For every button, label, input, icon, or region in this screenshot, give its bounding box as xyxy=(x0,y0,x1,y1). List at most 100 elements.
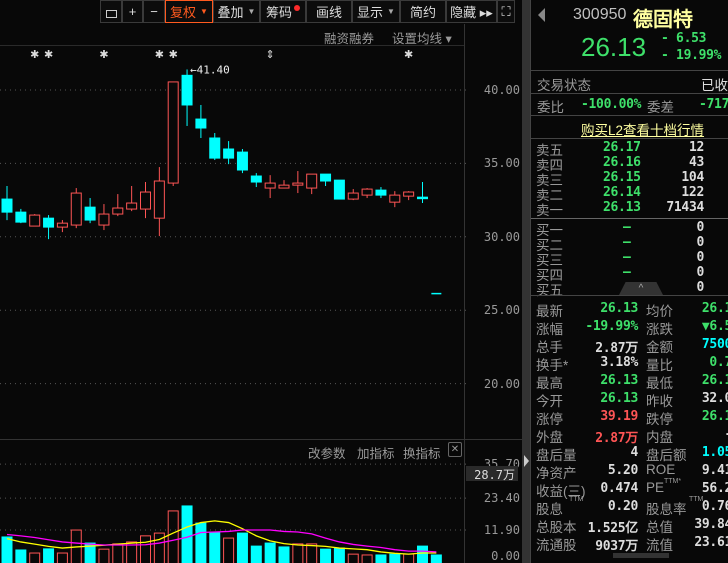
close-indicator-button[interactable]: ✕ xyxy=(448,442,462,457)
stat-label: 量比 xyxy=(646,358,673,373)
kline-chart[interactable]: ←41.40 ✱ ✱ ✱ ✱ ✱ ⇕ ✱ xyxy=(0,0,530,563)
volume-bar xyxy=(195,522,207,563)
ask-price: 26.15 xyxy=(603,170,641,185)
stat-value: 26.1 xyxy=(701,301,728,316)
bid-volume: 0 xyxy=(696,235,704,250)
panel-grip[interactable] xyxy=(613,553,669,558)
candle-body xyxy=(140,191,151,210)
bid-price: — xyxy=(623,265,631,280)
stat-value: 2.87万 xyxy=(595,341,638,356)
candle-body xyxy=(236,151,248,171)
stat-label: 流值 xyxy=(646,538,673,553)
candle-body xyxy=(84,206,96,221)
candle-body xyxy=(126,202,138,210)
candle-body xyxy=(292,182,304,186)
stat-sup: TTM* xyxy=(664,478,682,485)
quote-panel: 300950 德固特 26.13 - 6.53 - 19.99% 交易状态 已收… xyxy=(530,0,728,563)
candle-body xyxy=(223,148,235,159)
panel-scrollbar[interactable] xyxy=(522,0,530,563)
stat-label: 均价 xyxy=(646,304,673,319)
candle-body xyxy=(375,189,387,196)
candle-body xyxy=(320,173,332,182)
volume-bar xyxy=(43,548,55,563)
weicha-label: 委差 xyxy=(647,100,674,115)
stat-label: 总手 xyxy=(536,340,563,355)
bid-volume: 0 xyxy=(696,265,704,280)
volume-tick: 23.40 xyxy=(483,491,520,506)
volume-bar xyxy=(56,552,68,563)
stat-value: 0.7 xyxy=(709,355,728,370)
volume-tick: 11.90 xyxy=(483,523,520,538)
candle-body xyxy=(403,191,415,197)
price-tick: 40.00 xyxy=(483,83,520,97)
weicha-value: -7177 xyxy=(699,97,728,112)
candle-body xyxy=(29,214,41,227)
candle-body xyxy=(361,188,373,196)
volume-bar xyxy=(430,554,442,563)
ask-level-label: 卖一 xyxy=(536,203,563,218)
stat-label: 股息 xyxy=(536,502,563,517)
volume-bar xyxy=(264,542,276,563)
event-marker-icon: ✱ xyxy=(44,49,53,61)
candle-body xyxy=(347,192,359,200)
price-tick: 20.00 xyxy=(483,376,520,391)
stat-value: 0.20 xyxy=(607,499,638,514)
axis-divider xyxy=(464,24,465,563)
expand-book-button[interactable]: ^ xyxy=(619,282,663,295)
bid-price: — xyxy=(623,250,631,265)
stat-value: 9037万 xyxy=(595,539,638,554)
candle-body xyxy=(167,81,179,184)
price-change-pct: - 19.99% xyxy=(661,48,722,63)
high-price-label: ←41.40 xyxy=(190,63,230,76)
candle-body xyxy=(209,137,221,159)
bid-level-label: 买五 xyxy=(536,283,563,298)
event-marker-icon: ✱ xyxy=(155,49,164,61)
weibi-value: -100.00% xyxy=(581,97,642,112)
event-marker-icon: ⇕ xyxy=(266,49,275,61)
back-arrow-icon[interactable] xyxy=(538,8,545,22)
buy-l2-link[interactable]: 购买L2查看十档行情 xyxy=(581,119,704,139)
stat-label: 今开 xyxy=(536,394,563,409)
stat-label: 昨收 xyxy=(646,394,673,409)
candle-body xyxy=(153,180,165,219)
price-tick: 35.00 xyxy=(483,156,520,171)
stat-value: 26.13 xyxy=(600,373,638,388)
volume-bar xyxy=(1,536,13,563)
stat-label: 流通股 xyxy=(536,538,577,553)
stat-label: 外盘 xyxy=(536,430,563,445)
add-indicator-button[interactable]: 加指标 xyxy=(357,443,395,462)
weibi-label: 委比 xyxy=(537,100,564,115)
stat-value: 5.20 xyxy=(607,463,638,478)
candle-body xyxy=(306,173,318,189)
edit-params-button[interactable]: 改参数 xyxy=(308,443,346,462)
price-tick: 25.00 xyxy=(483,303,520,318)
volume-bar xyxy=(347,553,359,563)
stat-value: ▼6.5 xyxy=(701,319,728,334)
stat-label: 总值 xyxy=(646,520,673,535)
event-marker-icon: ✱ xyxy=(404,49,413,61)
bid-volume: 0 xyxy=(696,250,704,265)
ask-volume: 122 xyxy=(681,185,704,200)
volume-bar xyxy=(250,545,262,563)
stat-value: 26.1 xyxy=(701,373,728,388)
stat-value: - xyxy=(724,427,728,442)
stat-value: 56.2 xyxy=(701,481,728,496)
candle-body xyxy=(417,196,428,200)
stat-value: 26.13 xyxy=(600,391,638,406)
last-price: 26.13 xyxy=(581,32,647,62)
switch-indicator-button[interactable]: 换指标 xyxy=(403,443,441,462)
collapse-panel-arrow-icon[interactable] xyxy=(524,455,529,467)
stat-label: 涨幅 xyxy=(536,322,563,337)
ask-price: 26.13 xyxy=(603,200,641,215)
stat-label: 最新 xyxy=(536,304,563,319)
stat-label: ROE xyxy=(646,462,676,477)
candle-body xyxy=(181,74,193,106)
stat-value: 3.18% xyxy=(600,355,638,370)
bid-volume: 0 xyxy=(696,220,704,235)
stat-sup: TTM xyxy=(569,496,584,503)
volume-bar xyxy=(29,552,41,563)
stat-label: 股息率 xyxy=(646,502,687,517)
candle-body xyxy=(1,198,13,213)
volume-bar xyxy=(361,554,373,563)
volume-bar xyxy=(292,543,304,563)
